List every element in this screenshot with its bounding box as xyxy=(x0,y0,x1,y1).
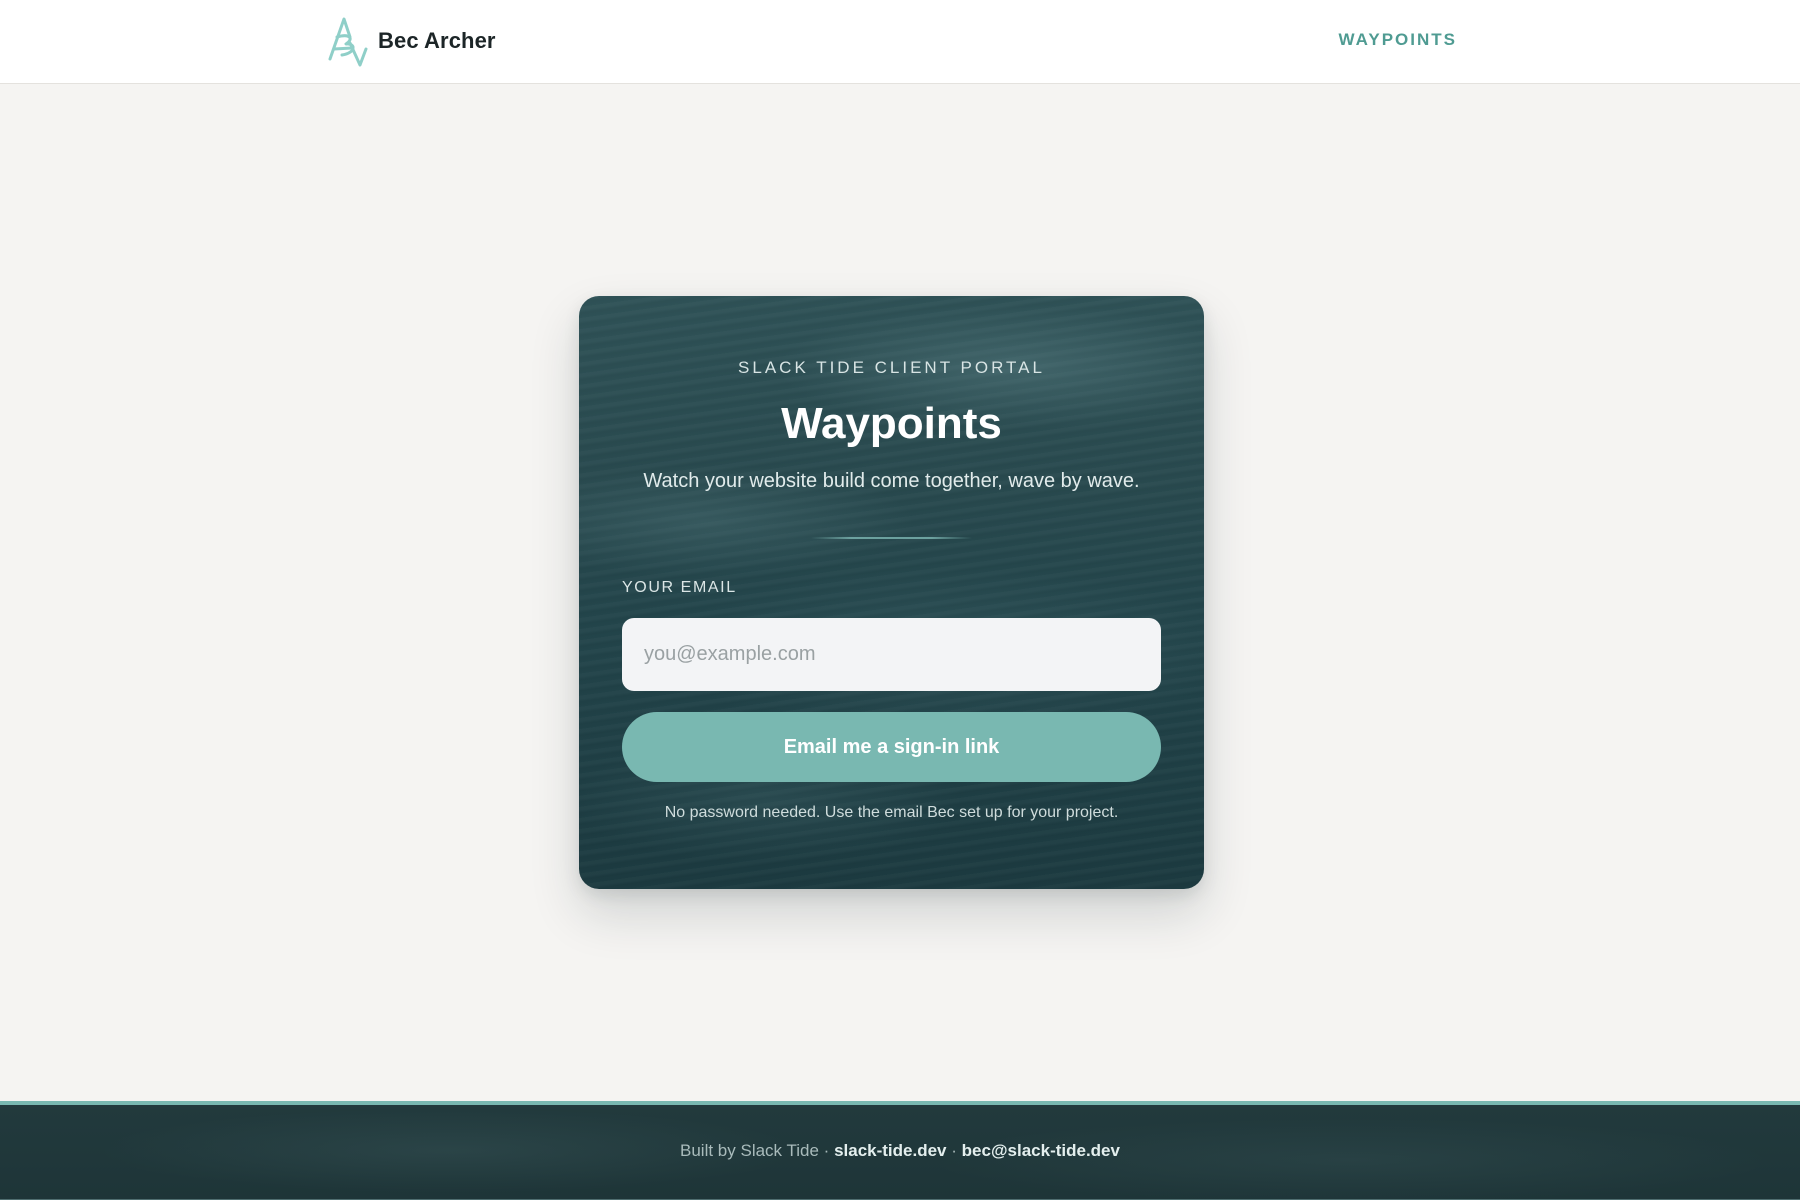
footer-accent-bar xyxy=(0,1101,1800,1105)
brand-home-link[interactable]: Bec Archer xyxy=(326,14,496,68)
ba-monogram-logo-icon xyxy=(328,17,368,67)
email-label: YOUR EMAIL xyxy=(622,579,737,596)
site-footer: Built by Slack Tide · slack-tide.dev · b… xyxy=(0,1101,1800,1200)
sign-in-card-content: SLACK TIDE CLIENT PORTAL Waypoints Watch… xyxy=(579,296,1204,889)
site-header: Bec Archer WAYPOINTS xyxy=(0,0,1800,84)
divider xyxy=(811,537,972,539)
footer-credits: Built by Slack Tide · slack-tide.dev · b… xyxy=(0,1139,1800,1163)
footer-site-link[interactable]: slack-tide.dev xyxy=(834,1141,946,1160)
sign-in-card: SLACK TIDE CLIENT PORTAL Waypoints Watch… xyxy=(579,296,1204,889)
nav-link-waypoints[interactable]: WAYPOINTS xyxy=(1339,28,1457,52)
portal-eyebrow: SLACK TIDE CLIENT PORTAL xyxy=(738,358,1045,377)
email-sign-in-link-button[interactable]: Email me a sign-in link xyxy=(622,712,1161,782)
brand-name: Bec Archer xyxy=(378,28,496,53)
footer-separator: · xyxy=(823,1141,830,1160)
footer-built-by: Built by Slack Tide xyxy=(680,1141,819,1160)
page-title: Waypoints xyxy=(781,399,1002,448)
helper-text: No password needed. Use the email Bec se… xyxy=(664,804,1119,821)
page-subtitle: Watch your website build come together, … xyxy=(643,470,1140,492)
footer-separator: · xyxy=(951,1141,957,1160)
email-input[interactable] xyxy=(622,618,1161,691)
footer-email-link[interactable]: bec@slack-tide.dev xyxy=(962,1141,1120,1160)
main-content: SLACK TIDE CLIENT PORTAL Waypoints Watch… xyxy=(0,84,1800,1101)
